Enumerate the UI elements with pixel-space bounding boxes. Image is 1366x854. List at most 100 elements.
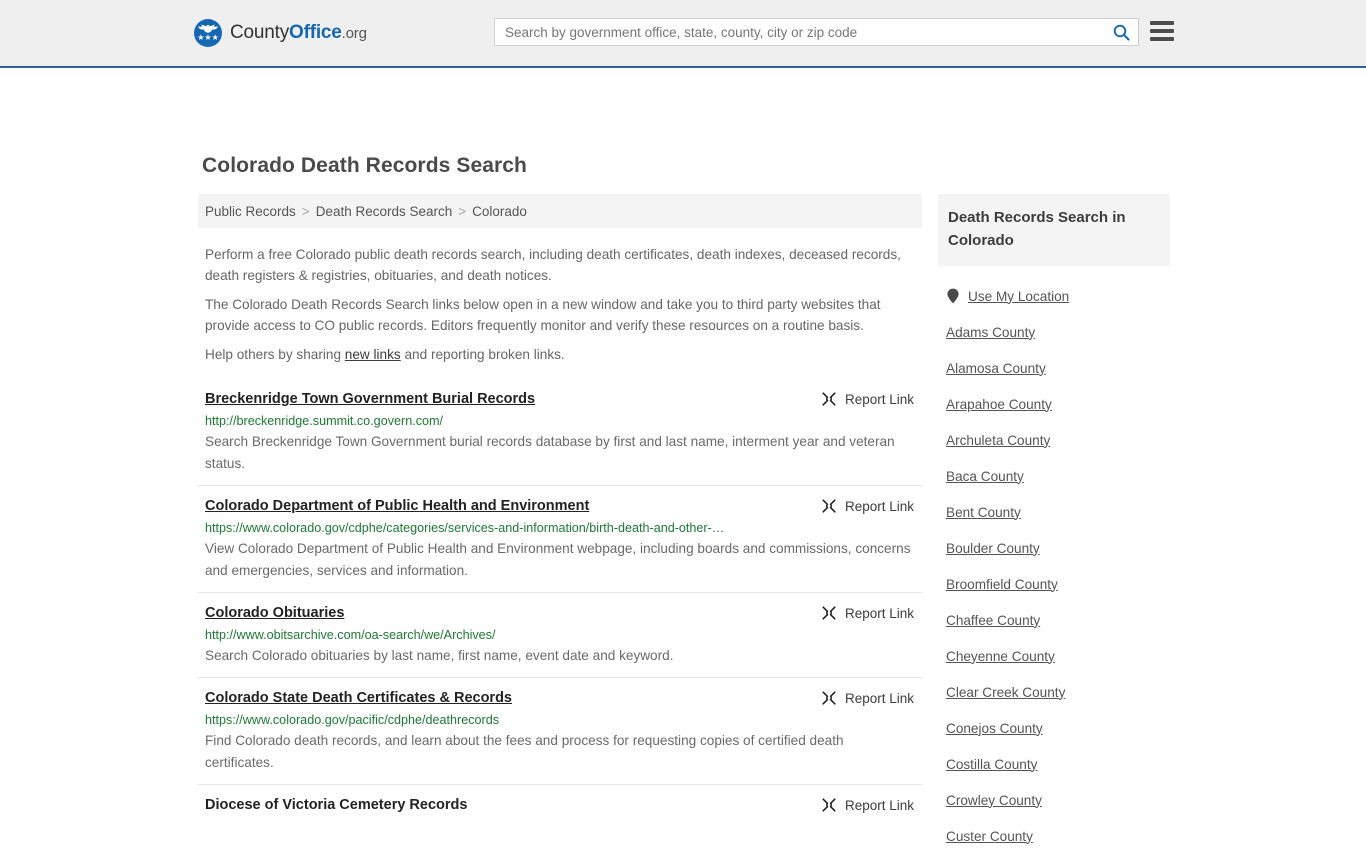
result-description: Find Colorado death records, and learn a… <box>205 733 844 770</box>
search-input[interactable] <box>495 19 1104 45</box>
search-button[interactable] <box>1104 19 1138 45</box>
sidebar-item-county[interactable]: Costilla County <box>946 746 1170 782</box>
result-header: Diocese of Victoria Cemetery Records Repo… <box>205 796 914 814</box>
county-link[interactable]: Adams County <box>946 325 1035 340</box>
sidebar-item-county[interactable]: Crowley County <box>946 782 1170 818</box>
result-header: Breckenridge Town Government Burial Reco… <box>205 390 914 408</box>
county-link[interactable]: Costilla County <box>946 757 1037 772</box>
county-link[interactable]: Chaffee County <box>946 613 1040 628</box>
result-item: Diocese of Victoria Cemetery Records Repo… <box>198 784 922 824</box>
intro-text-before-link: Help others by sharing <box>205 347 345 362</box>
result-url[interactable]: http://breckenridge.summit.co.govern.com… <box>205 413 914 429</box>
brand-part-county: County <box>230 22 290 43</box>
sidebar-item-county[interactable]: Broomfield County <box>946 566 1170 602</box>
county-link[interactable]: Baca County <box>946 469 1024 484</box>
sidebar-item-county[interactable]: Archuleta County <box>946 422 1170 458</box>
sidebar: Death Records Search in Colorado Use My … <box>938 194 1170 854</box>
sidebar-item-county[interactable]: Bent County <box>946 494 1170 530</box>
broken-link-icon <box>822 798 836 812</box>
county-link[interactable]: Crowley County <box>946 793 1042 808</box>
sidebar-item-county[interactable]: Alamosa County <box>946 350 1170 386</box>
intro-text-after-link: and reporting broken links. <box>400 347 565 362</box>
breadcrumb-item-public-records[interactable]: Public Records <box>205 204 296 219</box>
hamburger-bar <box>1150 37 1174 41</box>
result-title-link[interactable]: Diocese of Victoria Cemetery Records <box>205 796 467 814</box>
county-link[interactable]: Conejos County <box>946 721 1043 736</box>
site-header: ★★★ CountyOffice.org <box>0 0 1366 68</box>
eagle-stars-seal-icon: ★★★ <box>194 19 222 47</box>
intro-paragraph-1: Perform a free Colorado public death rec… <box>205 247 901 283</box>
result-description: View Colorado Department of Public Healt… <box>205 541 911 578</box>
sidebar-item-county[interactable]: Conejos County <box>946 710 1170 746</box>
broken-link-icon <box>822 392 836 406</box>
result-title-link[interactable]: Colorado Department of Public Health and… <box>205 497 589 515</box>
result-item: Breckenridge Town Government Burial Reco… <box>198 379 922 485</box>
sidebar-item-county[interactable]: Clear Creek County <box>946 674 1170 710</box>
report-link-button[interactable]: Report Link <box>821 690 914 706</box>
breadcrumb-item-colorado: Colorado <box>472 203 527 219</box>
breadcrumb-separator: > <box>301 203 310 219</box>
county-link[interactable]: Arapahoe County <box>946 397 1052 412</box>
result-title-link[interactable]: Colorado Obituaries <box>205 604 344 622</box>
result-url[interactable]: https://www.colorado.gov/pacific/cdphe/d… <box>205 712 914 728</box>
breadcrumb: Public Records > Death Records Search > … <box>198 194 922 228</box>
result-item: Colorado Department of Public Health and… <box>198 485 922 592</box>
county-link[interactable]: Archuleta County <box>946 433 1050 448</box>
report-link-label: Report Link <box>844 391 914 407</box>
broken-link-icon <box>822 499 836 513</box>
result-header: Colorado State Death Certificates & Reco… <box>205 689 914 707</box>
result-title-link[interactable]: Breckenridge Town Government Burial Reco… <box>205 390 535 408</box>
intro-paragraph-2: The Colorado Death Records Search links … <box>205 297 881 333</box>
county-link[interactable]: Broomfield County <box>946 577 1058 592</box>
sidebar-item-county[interactable]: Boulder County <box>946 530 1170 566</box>
report-link-label: Report Link <box>844 498 914 514</box>
sidebar-item-county[interactable]: Adams County <box>946 314 1170 350</box>
hamburger-bar <box>1150 29 1174 33</box>
result-title-link[interactable]: Colorado State Death Certificates & Reco… <box>205 689 512 707</box>
search-bar[interactable] <box>494 18 1139 46</box>
map-pin-icon <box>947 288 959 304</box>
intro-section: Perform a free Colorado public death rec… <box>198 244 922 365</box>
sidebar-header: Death Records Search in Colorado <box>938 194 1170 266</box>
county-link[interactable]: Bent County <box>946 505 1021 520</box>
county-link[interactable]: Boulder County <box>946 541 1040 556</box>
use-my-location-link[interactable]: Use My Location <box>968 289 1069 304</box>
result-url[interactable]: http://www.obitsarchive.com/oa-search/we… <box>205 627 914 643</box>
intro-paragraph-3: Help others by sharing new links and rep… <box>205 344 914 365</box>
county-link[interactable]: Alamosa County <box>946 361 1046 376</box>
main-content: Public Records > Death Records Search > … <box>198 194 922 824</box>
report-link-label: Report Link <box>844 605 914 621</box>
report-link-label: Report Link <box>844 797 914 813</box>
sidebar-item-use-my-location[interactable]: Use My Location <box>946 278 1170 314</box>
sidebar-item-county[interactable]: Baca County <box>946 458 1170 494</box>
report-link-button[interactable]: Report Link <box>821 391 914 407</box>
brand-wordmark: CountyOffice.org <box>230 22 367 44</box>
sidebar-item-county[interactable]: Arapahoe County <box>946 386 1170 422</box>
county-link[interactable]: Clear Creek County <box>946 685 1065 700</box>
three-stars-icon: ★★★ <box>197 33 219 42</box>
result-header: Colorado Obituaries Report Link <box>205 604 914 622</box>
report-link-button[interactable]: Report Link <box>821 605 914 621</box>
result-header: Colorado Department of Public Health and… <box>205 497 914 515</box>
result-description: Search Breckenridge Town Government buri… <box>205 434 895 471</box>
sidebar-item-county[interactable]: Cheyenne County <box>946 638 1170 674</box>
county-link[interactable]: Cheyenne County <box>946 649 1055 664</box>
hamburger-menu-icon[interactable] <box>1150 20 1174 42</box>
county-link[interactable]: Custer County <box>946 829 1033 844</box>
breadcrumb-item-death-records-search[interactable]: Death Records Search <box>316 204 453 219</box>
hamburger-bar <box>1150 21 1174 25</box>
result-description: Search Colorado obituaries by last name,… <box>205 648 674 663</box>
sidebar-item-county[interactable]: Custer County <box>946 818 1170 854</box>
broken-link-icon <box>822 691 836 705</box>
new-links-link[interactable]: new links <box>345 347 401 362</box>
report-link-button[interactable]: Report Link <box>821 797 914 813</box>
result-url[interactable]: https://www.colorado.gov/cdphe/categorie… <box>205 520 914 536</box>
report-link-button[interactable]: Report Link <box>821 498 914 514</box>
results-list: Breckenridge Town Government Burial Reco… <box>198 379 922 824</box>
site-logo[interactable]: ★★★ CountyOffice.org <box>194 19 367 47</box>
brand-part-org: .org <box>341 25 367 42</box>
report-link-label: Report Link <box>844 690 914 706</box>
sidebar-item-county[interactable]: Chaffee County <box>946 602 1170 638</box>
broken-link-icon <box>822 606 836 620</box>
breadcrumb-separator: > <box>458 203 467 219</box>
